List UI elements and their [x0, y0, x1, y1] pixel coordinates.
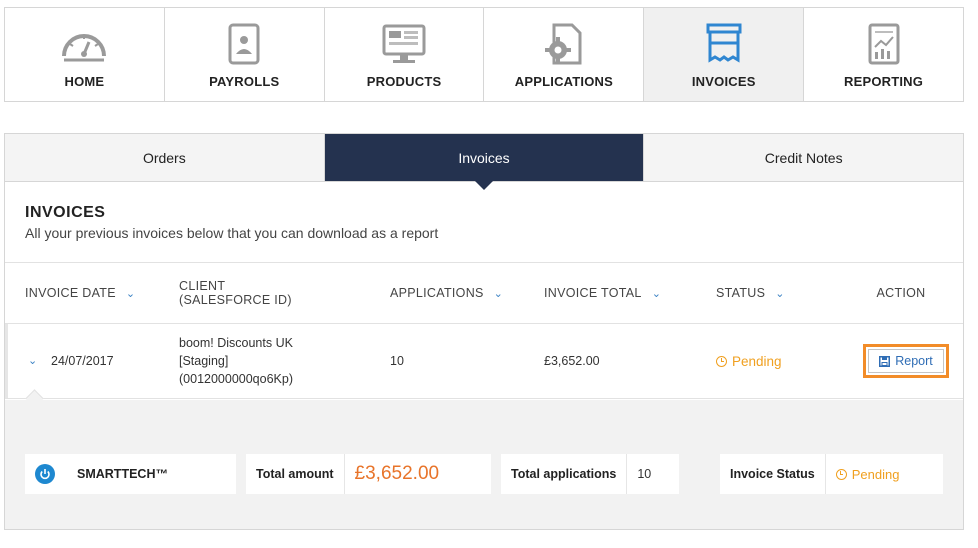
invoices-panel: Orders Invoices Credit Notes INVOICES Al… [4, 133, 964, 530]
cell-invoice-total: £3,652.00 [544, 354, 600, 368]
chevron-down-icon: ⌄ [651, 287, 662, 300]
header-action: ACTION [876, 286, 926, 300]
header-applications[interactable]: APPLICATIONS ⌄ [390, 286, 544, 300]
invoice-status-card: Invoice Status Pending [720, 454, 943, 494]
clock-icon [716, 355, 727, 367]
table-header: INVOICE DATE ⌄ CLIENT (SALESFORCE ID) AP… [5, 262, 963, 324]
invoice-summary: SMARTTECH™ Total amount £3,652.00 Total … [5, 400, 963, 529]
dashboard-gauge-icon [62, 34, 107, 62]
nav-label: APPLICATIONS [514, 74, 613, 89]
header-client: CLIENT (SALESFORCE ID) [179, 279, 292, 307]
total-applications-card: Total applications 10 [501, 454, 679, 494]
header-invoice-date[interactable]: INVOICE DATE ⌄ [5, 286, 179, 300]
nav-item-applications[interactable]: APPLICATIONS [484, 8, 645, 101]
total-amount-value: £3,652.00 [354, 463, 440, 484]
status-badge: Pending [716, 354, 851, 369]
nav-item-products[interactable]: PRODUCTS [325, 8, 485, 101]
main-nav: HOME PAYROLLS PRODUCTS APPLICATIONS INVO… [4, 7, 964, 102]
nav-item-home[interactable]: HOME [5, 8, 165, 101]
report-button[interactable]: Report [868, 349, 944, 373]
company-name: SMARTTECH™ [77, 467, 168, 481]
invoice-status-label: Invoice Status [730, 467, 815, 481]
chevron-down-icon: ⌄ [493, 287, 504, 300]
status-badge: Pending [826, 467, 899, 482]
nav-label: PAYROLLS [209, 74, 280, 89]
report-button-highlight: Report [863, 344, 949, 378]
nav-label: HOME [64, 74, 105, 89]
cell-action: Report [851, 344, 961, 378]
save-disk-icon [879, 355, 891, 367]
report-chart-icon [868, 23, 900, 65]
document-gear-icon [544, 23, 582, 65]
chevron-down-icon: ⌄ [125, 287, 136, 300]
company-card: SMARTTECH™ [25, 454, 236, 494]
nav-item-payrolls[interactable]: PAYROLLS [165, 8, 325, 101]
section-heading: INVOICES All your previous invoices belo… [5, 182, 963, 262]
power-icon [35, 464, 55, 484]
clock-icon [835, 468, 847, 480]
header-invoice-total[interactable]: INVOICE TOTAL ⌄ [544, 286, 716, 300]
nav-item-invoices[interactable]: INVOICES [644, 8, 805, 101]
chevron-down-icon: ⌄ [775, 287, 785, 300]
nav-label: REPORTING [844, 74, 924, 89]
total-applications-label: Total applications [511, 467, 617, 481]
tab-invoices[interactable]: Invoices [324, 134, 645, 190]
chevron-down-icon[interactable]: ⌄ [28, 354, 37, 367]
nav-label: PRODUCTS [366, 74, 442, 89]
total-amount-card: Total amount £3,652.00 [246, 454, 491, 494]
receipt-icon [706, 23, 742, 63]
nav-item-reporting[interactable]: REPORTING [804, 8, 963, 101]
table-row: ⌄ 24/07/2017 boom! Discounts UK [Staging… [5, 324, 963, 399]
monitor-icon [382, 24, 426, 63]
cell-client: boom! Discounts UK [Staging] (0012000000… [179, 336, 293, 386]
cell-applications: 10 [390, 354, 404, 368]
nav-label: INVOICES [691, 74, 756, 89]
tab-orders[interactable]: Orders [5, 134, 325, 181]
cell-status: Pending [716, 354, 851, 369]
page-title: INVOICES [25, 204, 106, 221]
header-status[interactable]: STATUS ⌄ [716, 286, 851, 300]
tab-credit-notes[interactable]: Credit Notes [644, 134, 964, 181]
total-applications-value: 10 [637, 467, 652, 481]
contact-book-icon [228, 23, 260, 65]
sub-tabs: Orders Invoices Credit Notes [5, 134, 964, 190]
page-subtitle: All your previous invoices below that yo… [25, 225, 439, 241]
total-amount-label: Total amount [256, 467, 334, 481]
